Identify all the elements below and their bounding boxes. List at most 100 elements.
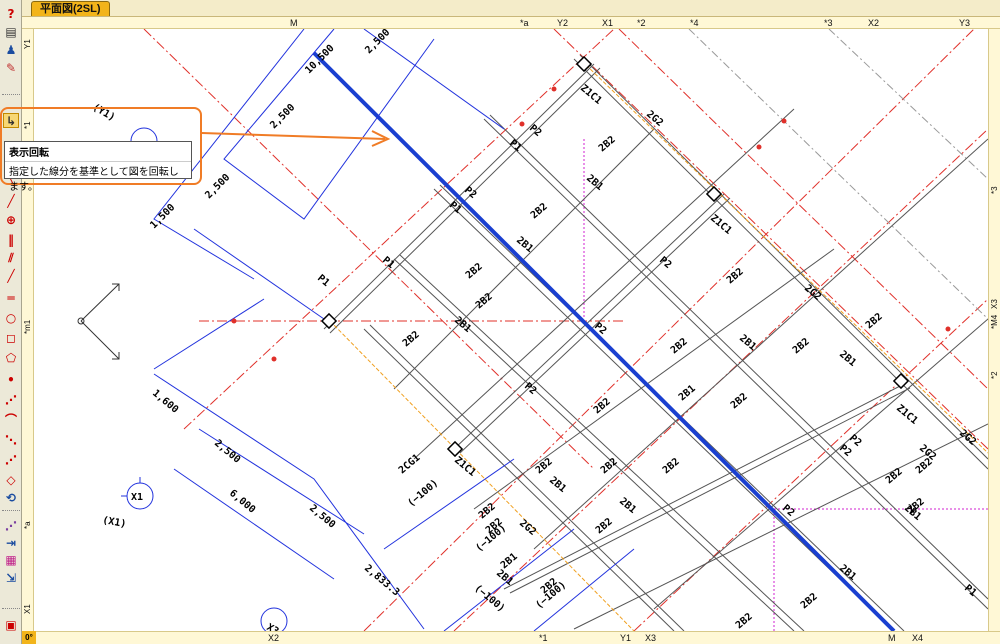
- member-label: 2B1: [837, 349, 858, 369]
- grid-ruler-left: Y1 *1 *m1 *a X1: [22, 29, 34, 631]
- cross-icon[interactable]: ⊕: [3, 212, 19, 227]
- grid-label: X1: [23, 604, 32, 614]
- dimension-labels: 10,500 2,500 2,500 2,500 1,500 1,600 2,5…: [148, 29, 401, 598]
- beams-ne: [323, 63, 988, 630]
- callout-arrow-icon: [201, 130, 391, 147]
- member-label: 2B2: [799, 591, 820, 611]
- member-label: 2B2: [474, 291, 495, 311]
- tab-bar: 平面図(2SL): [0, 0, 1000, 17]
- print-icon[interactable]: ▤: [3, 24, 19, 39]
- toolbar-separator: [2, 608, 20, 610]
- member-label: 2B2: [599, 456, 620, 476]
- grid-label: X1: [602, 18, 614, 28]
- rect-icon[interactable]: ◻: [3, 330, 19, 345]
- slant-dash-icon[interactable]: ⋰: [3, 392, 19, 407]
- grid-label: Y2: [557, 18, 569, 28]
- move-icon[interactable]: ⇥: [3, 535, 19, 550]
- grid-ruler-bottom: X2 *1 Y1 X3 M X4: [22, 631, 1000, 644]
- member-label: P1: [315, 273, 331, 289]
- pen-icon[interactable]: ✎: [3, 60, 19, 75]
- grid-label: M: [888, 633, 896, 643]
- trim-icon[interactable]: ◇: [3, 472, 19, 487]
- circle-icon[interactable]: ○: [3, 310, 19, 325]
- member-label: 2B1: [452, 315, 473, 335]
- member-label: 2B2: [464, 261, 485, 281]
- left-toolbar: ? ▤ ♟ ✎ ↳ ╱ ╲ ╱ ⊕ ‖ ⫽ ╱ ═ ○ ◻ ⬠ • ⋰ ⌒ ⋱ …: [0, 0, 22, 644]
- member-label: 2B2: [791, 336, 812, 356]
- floor-plan-drawing[interactable]: X1 (X1) (Y1) X3 10,500 2,500 2,500 2,500…: [34, 29, 988, 631]
- dimension-label: 1,500: [148, 202, 177, 231]
- rotate-view-icon[interactable]: ↳: [3, 113, 19, 128]
- slant-line-icon[interactable]: ╱: [3, 193, 19, 208]
- direction-arrow-icon: [77, 283, 120, 360]
- grid-label: *1: [539, 633, 548, 643]
- grid-label: *M4: [990, 314, 999, 329]
- member-label: 2B1: [584, 173, 605, 193]
- double-line-icon[interactable]: ‖: [3, 232, 19, 247]
- grid-label: *3: [824, 18, 833, 28]
- member-label: 2B2: [597, 134, 618, 154]
- member-label: Z1C1: [452, 455, 478, 479]
- member-label: 2G2: [917, 443, 938, 463]
- dimension-label: 2,500: [212, 438, 242, 466]
- slash-icon[interactable]: ╱: [3, 268, 19, 283]
- member-label: 2B2: [592, 396, 613, 416]
- grid-icon[interactable]: ▦: [3, 552, 19, 567]
- tab-floor-plan[interactable]: 平面図(2SL): [31, 1, 110, 16]
- dimension-label: 2,500: [363, 29, 392, 56]
- offset-label: (−100): [406, 478, 441, 510]
- dimension-label: 6,000: [227, 488, 257, 516]
- member-label: 2B2: [729, 391, 750, 411]
- grid-label: *m1: [23, 319, 32, 334]
- grid-label: *4: [690, 18, 699, 28]
- toolbar-separator: [2, 510, 20, 512]
- member-label: 2B2: [401, 329, 422, 349]
- grid-label: X4: [912, 633, 924, 643]
- member-label: P1: [507, 138, 523, 154]
- member-label: 2B2: [734, 611, 755, 631]
- offset-labels: (−100) (−100) (−100) (−100): [406, 478, 569, 615]
- grid-circle-label: X3: [265, 622, 281, 631]
- drawing-canvas[interactable]: X1 (X1) (Y1) X3 10,500 2,500 2,500 2,500…: [34, 29, 988, 631]
- member-label: 2B2: [725, 266, 746, 286]
- member-label: P2: [522, 381, 538, 397]
- loop-icon[interactable]: ⟲: [3, 490, 19, 505]
- offset-icon[interactable]: ⋰: [3, 452, 19, 467]
- grid-ruler-top: M *a Y2 X1 *2 *4 *3 X2 Y3: [22, 17, 1000, 29]
- people-icon[interactable]: ♟: [3, 42, 19, 57]
- tooltip-title: 表示回転: [9, 148, 49, 159]
- dimension-label: 1,600: [150, 388, 180, 416]
- member-label: 2B2: [884, 466, 905, 486]
- point-icon[interactable]: ⋱: [3, 432, 19, 447]
- multi-line-icon[interactable]: ⫽: [3, 250, 19, 265]
- member-label: Z1C1: [708, 213, 734, 237]
- member-label: P2: [657, 255, 673, 271]
- extend-icon[interactable]: ⋰: [3, 518, 19, 533]
- grid-label: Y3: [959, 18, 971, 28]
- grid-label: *2: [990, 371, 999, 379]
- member-label: 2CG1: [397, 452, 423, 476]
- grid-label: X2: [268, 633, 280, 643]
- grid-lines-red-2: [183, 29, 988, 631]
- parallel-icon[interactable]: ═: [3, 290, 19, 305]
- member-label: 2B2: [864, 311, 885, 331]
- dimension-label: 2,500: [203, 172, 232, 201]
- member-label: P1: [380, 255, 396, 271]
- dot-icon[interactable]: •: [3, 372, 19, 387]
- grid-label: *3: [990, 186, 999, 194]
- arc-icon[interactable]: ⌒: [3, 412, 19, 427]
- member-label: 2G2: [644, 109, 665, 129]
- grid-label: X3: [645, 633, 657, 643]
- fill-icon[interactable]: ⇲: [3, 570, 19, 585]
- member-label: Z1C1: [578, 83, 604, 107]
- grid-ruler-right: *3 X3 *M4 *2: [988, 29, 1000, 631]
- layer-icon[interactable]: ▣: [3, 617, 19, 632]
- grid-label: X2: [868, 18, 880, 28]
- dimension-label: 2,833.3: [362, 563, 401, 599]
- grid-label: M: [290, 18, 298, 28]
- member-label: Z1C1: [894, 403, 920, 427]
- help-icon[interactable]: ?: [3, 6, 19, 21]
- grid-label: X3: [990, 299, 999, 309]
- polygon-icon[interactable]: ⬠: [3, 350, 19, 365]
- grid-circle-label: X1: [131, 492, 143, 503]
